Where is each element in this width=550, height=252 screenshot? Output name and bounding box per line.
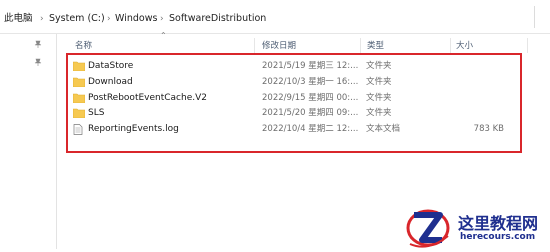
column-size[interactable]: 大小 (456, 40, 473, 52)
column-divider[interactable] (360, 38, 361, 53)
column-name[interactable]: 名称 (75, 40, 92, 52)
address-bar-divider (534, 6, 535, 28)
watermark-url: herecours.com (460, 232, 536, 242)
breadcrumb-separator-icon: › (40, 14, 44, 24)
breadcrumb-separator-icon: › (107, 14, 111, 24)
column-divider[interactable] (450, 38, 451, 53)
address-bar[interactable]: 此电脑 › System (C:) › Windows › SoftwareDi… (0, 0, 550, 34)
column-header: ⌃ 名称 修改日期 类型 大小 (57, 31, 550, 54)
column-type[interactable]: 类型 (367, 40, 384, 52)
column-modified[interactable]: 修改日期 (262, 40, 296, 52)
column-divider[interactable] (527, 38, 528, 53)
breadcrumb-system-drive[interactable]: System (C:) (49, 12, 105, 26)
breadcrumb-this-pc[interactable]: 此电脑 (4, 12, 33, 26)
watermark: 这里教程网 herecours.com (402, 206, 550, 249)
breadcrumb-windows[interactable]: Windows (115, 12, 157, 26)
navigation-pane[interactable] (0, 34, 57, 249)
watermark-logo-icon (406, 209, 450, 248)
sort-ascending-icon: ⌃ (160, 31, 167, 40)
highlight-box (66, 53, 522, 153)
breadcrumb-softwaredistribution[interactable]: SoftwareDistribution (169, 12, 266, 26)
breadcrumb-separator-icon: › (160, 14, 164, 24)
watermark-title: 这里教程网 (458, 214, 539, 233)
pin-icon[interactable] (34, 58, 42, 66)
pin-icon[interactable] (34, 40, 42, 48)
column-divider[interactable] (254, 38, 255, 53)
